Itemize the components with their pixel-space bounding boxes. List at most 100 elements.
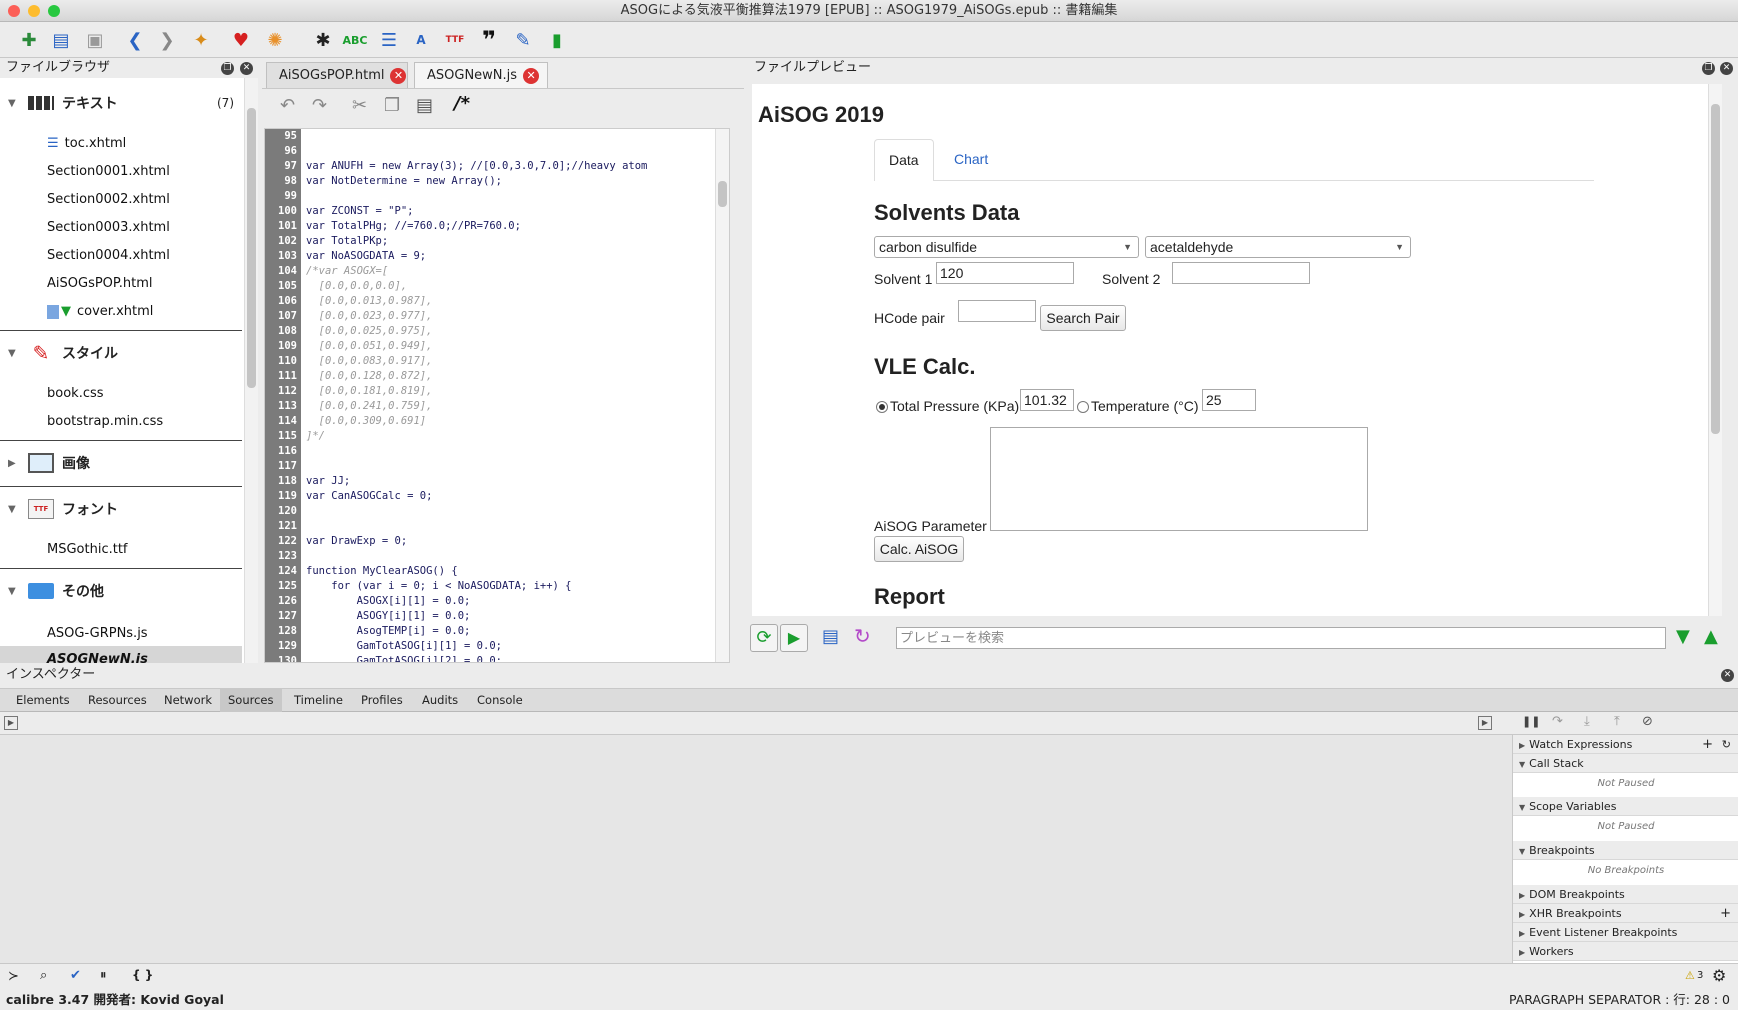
paste-icon[interactable]: ▤ xyxy=(416,95,433,116)
file-item[interactable]: Section0004.xhtml xyxy=(47,244,170,268)
add-xhr-breakpoint-icon[interactable]: + xyxy=(1720,904,1731,923)
code-line[interactable]: 118 var JJ; xyxy=(265,474,729,489)
float-panel-icon[interactable]: ❐ xyxy=(1702,62,1715,75)
solvent-select-2[interactable]: acetaldehyde ▼ xyxy=(1145,236,1411,258)
tab-chart[interactable]: Chart xyxy=(954,151,988,167)
add-watch-icon[interactable]: + xyxy=(1702,735,1713,754)
pause-icon[interactable]: ❚❚ xyxy=(1522,715,1540,728)
toggle-debugger-icon[interactable]: ▶ xyxy=(1478,716,1492,730)
code-line[interactable]: 106 [0.0,0.013,0.987], xyxy=(265,294,729,309)
scrollbar-thumb[interactable] xyxy=(1711,104,1720,434)
tab-aisogspop[interactable]: AiSOGsPOP.html ✕ xyxy=(266,62,408,88)
tab-resources[interactable]: Resources xyxy=(80,689,155,712)
search-icon[interactable]: ⌕ xyxy=(40,968,47,983)
code-line[interactable]: 129 GamTotASOG[i][1] = 0.0; xyxy=(265,639,729,654)
preview-scrollbar[interactable] xyxy=(1708,84,1722,616)
forward-arrow-icon[interactable]: ❯ xyxy=(154,27,180,53)
call-stack-section[interactable]: ▼ Call Stack xyxy=(1513,754,1738,773)
minimize-window-button[interactable] xyxy=(28,5,40,17)
expanded-triangle-icon[interactable]: ▼ xyxy=(8,586,20,597)
code-line[interactable]: 95 xyxy=(265,129,729,144)
file-item[interactable]: AiSOGsPOP.html xyxy=(47,272,152,296)
preview-search-input[interactable]: プレビューを検索 xyxy=(896,627,1666,649)
file-item[interactable]: MSGothic.ttf xyxy=(47,538,128,562)
zoom-window-button[interactable] xyxy=(48,5,60,17)
stats-icon[interactable]: ▮ xyxy=(544,27,570,53)
code-line[interactable]: 100 var ZCONST = "P"; xyxy=(265,204,729,219)
code-line[interactable]: 107 [0.0,0.023,0.977], xyxy=(265,309,729,324)
file-item[interactable]: book.css xyxy=(47,382,104,406)
code-line[interactable]: 128 AsogTEMP[i] = 0.0; xyxy=(265,624,729,639)
file-browser-scrollbar[interactable] xyxy=(244,78,258,663)
collapsed-triangle-icon[interactable]: ▶ xyxy=(8,458,20,469)
pretty-print-icon[interactable]: { } xyxy=(132,968,153,982)
warning-icon[interactable]: ⚠ xyxy=(1685,969,1695,982)
code-line[interactable]: 109 [0.0,0.051,0.949], xyxy=(265,339,729,354)
close-panel-icon[interactable]: ✕ xyxy=(240,62,253,75)
redo-icon[interactable]: ↷ xyxy=(312,95,327,116)
refresh-preview-icon[interactable]: ↻ xyxy=(854,624,871,648)
copy-icon[interactable]: ❐ xyxy=(384,95,400,116)
code-line[interactable]: 116 xyxy=(265,444,729,459)
close-inspector-icon[interactable]: ✕ xyxy=(1721,669,1734,682)
toc-icon[interactable]: ☰ xyxy=(376,27,402,53)
section-text[interactable]: ▼ テキスト (7) xyxy=(0,84,242,122)
tab-network[interactable]: Network xyxy=(156,689,220,712)
section-other[interactable]: ▼ その他 xyxy=(0,572,242,610)
tab-sources[interactable]: Sources xyxy=(220,689,282,712)
reports-icon[interactable]: A xyxy=(408,27,434,53)
code-line[interactable]: 120 xyxy=(265,504,729,519)
code-line[interactable]: 112 [0.0,0.181,0.819], xyxy=(265,384,729,399)
scrollbar-thumb[interactable] xyxy=(718,181,727,207)
back-arrow-icon[interactable]: ❮ xyxy=(122,27,148,53)
expanded-triangle-icon[interactable]: ▼ xyxy=(8,504,20,515)
tab-console[interactable]: Console xyxy=(469,689,531,712)
play-icon[interactable]: ▶ xyxy=(780,624,808,652)
open-book-icon[interactable]: ▤ xyxy=(48,27,74,53)
code-line[interactable]: 105 [0.0,0.0,0.0], xyxy=(265,279,729,294)
quote-icon[interactable]: ❞ xyxy=(476,26,502,54)
toggle-navigator-icon[interactable]: ▶ xyxy=(4,716,18,730)
code-line[interactable]: 117 xyxy=(265,459,729,474)
comment-toggle-icon[interactable]: /* xyxy=(454,93,470,114)
tab-elements[interactable]: Elements xyxy=(8,689,78,712)
scrollbar-thumb[interactable] xyxy=(247,108,256,388)
file-item[interactable]: ☰ toc.xhtml xyxy=(47,132,126,156)
code-line[interactable]: 121 xyxy=(265,519,729,534)
tab-profiles[interactable]: Profiles xyxy=(353,689,411,712)
search-pair-button[interactable]: Search Pair xyxy=(1040,305,1126,331)
inspect-element-icon[interactable]: ✔ xyxy=(70,968,81,983)
code-line[interactable]: 108 [0.0,0.025,0.975], xyxy=(265,324,729,339)
code-line[interactable]: 103 var NoASOGDATA = 9; xyxy=(265,249,729,264)
file-item[interactable]: Section0001.xhtml xyxy=(47,160,170,184)
code-line[interactable]: 122 var DrawExp = 0; xyxy=(265,534,729,549)
file-item[interactable]: ▼ cover.xhtml xyxy=(47,300,153,324)
section-fonts[interactable]: ▼ TTF フォント xyxy=(0,490,242,528)
code-line[interactable]: 99 xyxy=(265,189,729,204)
dom-breakpoints-section[interactable]: ▶ DOM Breakpoints xyxy=(1513,885,1738,904)
reload-book-icon[interactable]: ✺ xyxy=(262,27,288,53)
close-panel-icon[interactable]: ✕ xyxy=(1720,62,1733,75)
debug-bug-icon[interactable]: ✱ xyxy=(310,27,336,53)
code-scrollbar[interactable] xyxy=(715,129,729,662)
watch-expressions-section[interactable]: ▶ Watch Expressions + ↻ xyxy=(1513,735,1738,754)
total-pressure-input[interactable]: 101.32 xyxy=(1020,389,1074,411)
font-ttf-icon[interactable]: TTF xyxy=(442,27,468,53)
step-over-icon[interactable]: ↷ xyxy=(1552,714,1563,729)
pause-exceptions-icon[interactable]: ⏸ xyxy=(100,968,107,983)
close-tab-icon[interactable]: ✕ xyxy=(523,67,540,84)
code-line[interactable]: 130 GamTotASOG[i][2] = 0.0; xyxy=(265,654,729,662)
save-icon[interactable]: ▣ xyxy=(82,27,108,53)
file-item[interactable]: Section0003.xhtml xyxy=(47,216,170,240)
step-into-icon[interactable]: ⤓ xyxy=(1584,714,1590,729)
workers-section[interactable]: ▶ Workers xyxy=(1513,942,1738,961)
code-line[interactable]: 126 ASOGX[i][1] = 0.0; xyxy=(265,594,729,609)
code-line[interactable]: 114 [0.0,0.309,0.691] xyxy=(265,414,729,429)
step-out-icon[interactable]: ⤒ xyxy=(1614,714,1620,729)
code-line[interactable]: 115]*/ xyxy=(265,429,729,444)
temperature-radio[interactable] xyxy=(1077,401,1089,413)
code-line[interactable]: 97 var ANUFH = new Array(3); //[0.0,3.0,7… xyxy=(265,159,729,174)
code-line[interactable]: 104 /*var ASOGX=[ xyxy=(265,264,729,279)
spellcheck-icon[interactable]: ABC xyxy=(342,27,368,53)
tab-data[interactable]: Data xyxy=(874,139,934,181)
